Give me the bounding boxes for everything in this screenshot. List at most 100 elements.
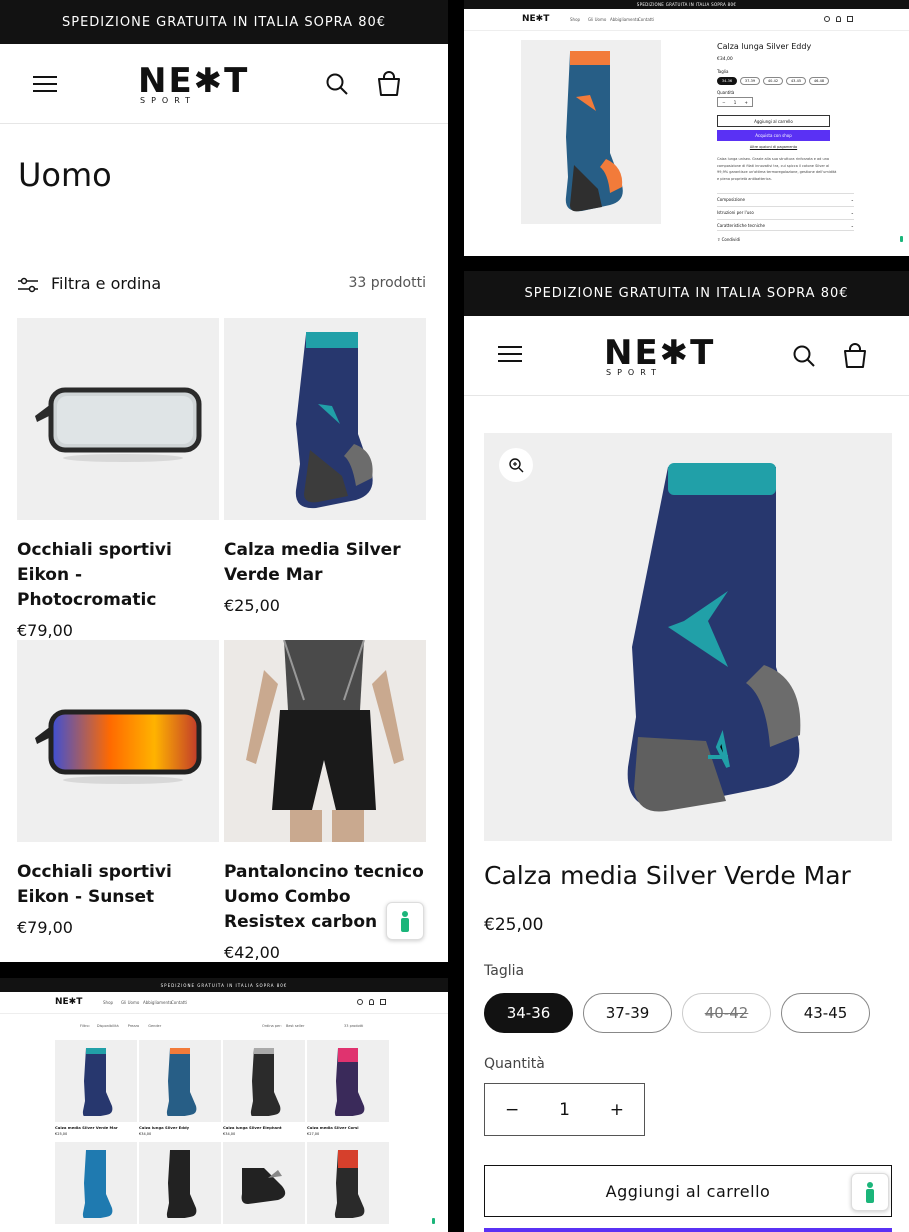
search-icon[interactable] [357,999,363,1005]
share-button[interactable]: ⇪ Condividi [717,237,740,242]
product-name[interactable]: Calza lunga Silver Elephant [223,1125,305,1130]
add-to-cart-button[interactable]: Aggiungi al carrello [717,115,830,127]
product-image[interactable] [223,1040,305,1122]
qty-stepper[interactable]: − 1 + [484,1083,645,1136]
buy-now-button[interactable]: Acquista con shop [717,130,830,141]
size-option[interactable]: 37-39 [583,993,672,1033]
nav-contatti[interactable]: Contatti [638,17,654,22]
size-option[interactable]: 34-36 [484,993,573,1033]
product-price: €25,00 [484,915,544,935]
minus-icon[interactable]: − [722,100,725,105]
account-icon[interactable] [369,999,374,1005]
product-title: Calza media Silver Verde Mar [484,861,851,890]
product-image[interactable] [139,1040,221,1122]
logo[interactable]: NE✱T SPORT [604,336,772,378]
accordion-label[interactable]: Caratteristiche tecniche [717,223,765,228]
logo[interactable]: NE✱T SPORT [138,64,306,106]
product-image[interactable] [307,1142,389,1224]
size-option[interactable]: 40-42 [682,993,771,1033]
product-name[interactable]: Occhiali sportivi Eikon - Sunset [17,860,219,910]
accordion[interactable]: Caratteristiche tecniche ⌄ [717,219,854,231]
product-name[interactable]: Occhiali sportivi Eikon - Photocromatic [17,538,227,613]
hamburger-menu-icon[interactable] [498,344,522,364]
product-name[interactable]: Calza media Silver Verde Mar [224,538,426,588]
shopify-badge[interactable] [900,236,903,242]
sort-select[interactable]: Best seller [286,1024,304,1028]
product-image-glasses[interactable] [17,640,219,842]
product-card[interactable]: Calza lunga Silver Elephant €34,00 [223,1040,305,1136]
filter-button[interactable]: Filtra e ordina [51,274,161,293]
product-price: €27,00 [307,1132,320,1136]
product-image[interactable] [139,1142,221,1224]
add-to-cart-button[interactable]: Aggiungi al carrello [484,1165,892,1217]
zoom-icon[interactable] [499,448,533,482]
logo-subtitle: SPORT [606,368,663,377]
announcement-text: SPEDIZIONE GRATUITA IN ITALIA SOPRA 80€ [61,14,387,30]
size-option[interactable]: 37-39 [740,77,760,85]
product-name[interactable]: Calza media Silver Corsi [307,1125,389,1130]
shopify-badge[interactable] [851,1173,889,1211]
plus-icon[interactable]: + [744,100,747,105]
search-icon[interactable] [325,72,349,96]
size-option[interactable]: 46-48 [809,77,829,85]
accordion-label[interactable]: Composizione [717,197,745,202]
filter-availability[interactable]: Disponibilità [97,1024,119,1028]
product-image[interactable] [55,1142,137,1224]
product-card[interactable]: Calza lunga Silver Eddy €34,00 [139,1040,221,1136]
filter-label: Filtro: [80,1024,90,1028]
nav-abbigliamento[interactable]: Abbigliamento [143,1000,172,1005]
product-image[interactable] [484,433,892,841]
cart-icon[interactable] [380,999,386,1005]
nav-shop[interactable]: Shop [570,17,580,22]
size-option[interactable]: 43-45 [781,993,870,1033]
search-icon[interactable] [792,344,816,368]
search-icon[interactable] [824,16,830,22]
product-image[interactable] [223,1142,305,1224]
product-card[interactable]: Occhiali sportivi Eikon - Sunset €79,00 [17,640,219,937]
product-card[interactable]: Occhiali sportivi Eikon - Photocromatic … [17,318,219,640]
shopify-badge[interactable] [386,902,424,940]
product-name[interactable]: Calza lunga Silver Eddy [139,1125,221,1130]
account-icon[interactable] [836,16,841,22]
cart-icon[interactable] [847,16,853,22]
nav-contatti[interactable]: Contatti [171,1000,187,1005]
shopify-badge[interactable] [432,1218,435,1224]
buy-now-button[interactable] [484,1228,892,1232]
product-image[interactable] [307,1040,389,1122]
nav-abbigliamento[interactable]: Abbigliamento [610,17,639,22]
cart-icon[interactable] [376,71,402,97]
plus-icon[interactable]: + [610,1100,624,1120]
size-option[interactable]: 43-45 [786,77,806,85]
minus-icon[interactable]: − [505,1100,519,1120]
product-card[interactable]: Calza media Silver Corsi €27,00 [307,1040,389,1136]
announcement-bar: SPEDIZIONE GRATUITA IN ITALIA SOPRA 80€ [0,0,448,44]
logo[interactable]: NE✱T [55,997,82,1007]
product-image-shorts[interactable] [224,640,426,842]
more-payment-link[interactable]: Altre opzioni di pagamento [717,145,830,149]
product-name[interactable]: Calza media Silver Verde Mar [55,1125,137,1130]
nav-shop[interactable]: Shop [103,1000,113,1005]
qty-stepper[interactable]: − 1 + [717,97,753,107]
cart-icon[interactable] [842,343,868,369]
accordion[interactable]: Composizione ⌄ [717,193,854,205]
nav-uomo[interactable]: Gli Uomo [121,1000,139,1005]
product-image[interactable] [55,1040,137,1122]
accordion[interactable]: Istruzioni per l'uso ⌄ [717,206,854,218]
filter-icon[interactable] [18,276,40,298]
product-card[interactable]: Calza media Silver Verde Mar €25,00 [55,1040,137,1136]
logo[interactable]: NE✱T [522,14,549,24]
filter-price[interactable]: Prezzo [128,1024,139,1028]
product-title: Calza lunga Silver Eddy [717,42,812,51]
size-option[interactable]: 34-36 [717,77,737,85]
nav-uomo[interactable]: Gli Uomo [588,17,606,22]
hamburger-menu-icon[interactable] [30,70,60,98]
qty-value[interactable]: 1 [559,1100,570,1120]
product-image[interactable] [521,40,661,224]
product-image-sock[interactable] [224,318,426,520]
product-card[interactable]: Calza media Silver Verde Mar €25,00 [224,318,426,615]
size-option[interactable]: 40-42 [763,77,783,85]
accordion-label[interactable]: Istruzioni per l'uso [717,210,754,215]
product-image-glasses[interactable] [17,318,219,520]
qty-value[interactable]: 1 [734,100,737,105]
filter-gender[interactable]: Gender [148,1024,161,1028]
